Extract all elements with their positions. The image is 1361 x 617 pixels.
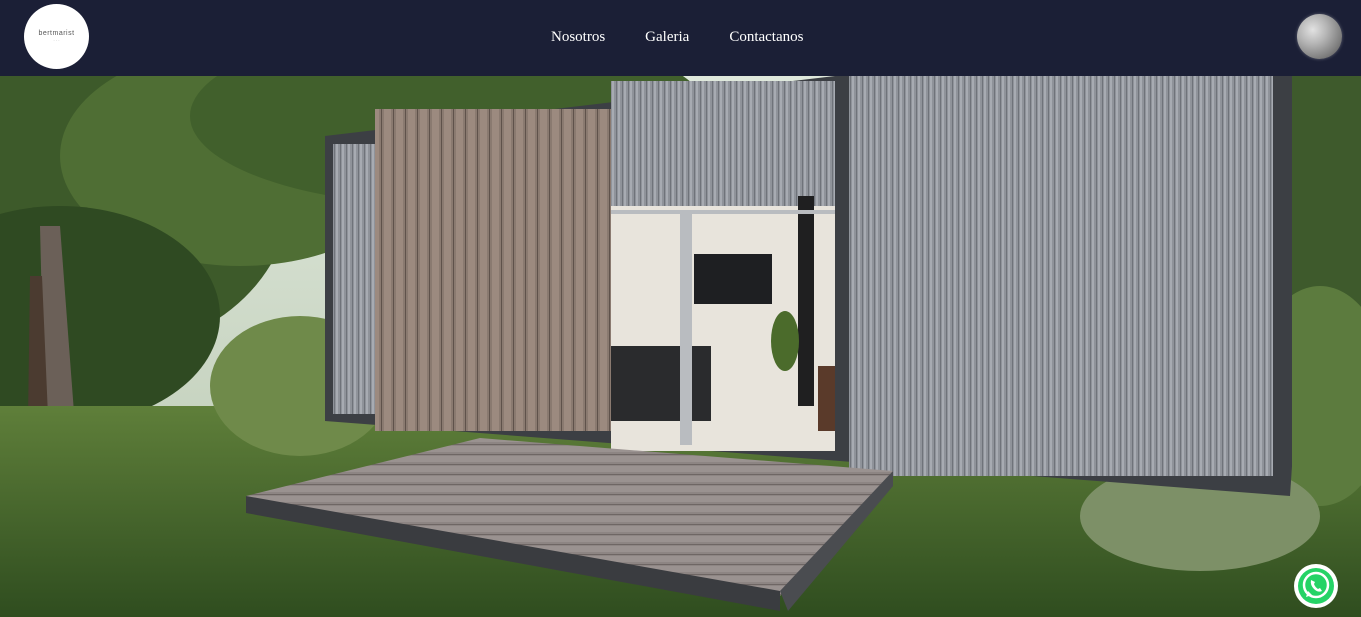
whatsapp-button[interactable] <box>1294 564 1338 608</box>
brand-logo-text: bertmarist <box>38 30 75 37</box>
house-illustration <box>0 76 1361 617</box>
whatsapp-icon <box>1298 568 1334 604</box>
moon-icon[interactable] <box>1297 14 1342 59</box>
brand-logo[interactable]: bertmarist · · · <box>24 4 89 69</box>
nav-link-nosotros[interactable]: Nosotros <box>551 27 605 47</box>
main-nav: Nosotros Galeria Contactanos <box>551 27 803 47</box>
nav-link-contactanos[interactable]: Contactanos <box>729 27 803 47</box>
nav-link-galeria[interactable]: Galeria <box>645 27 689 47</box>
brand-logo-subtext: · · · <box>53 38 60 43</box>
navbar: bertmarist · · · Nosotros Galeria Contac… <box>0 0 1361 76</box>
hero-image <box>0 76 1361 617</box>
